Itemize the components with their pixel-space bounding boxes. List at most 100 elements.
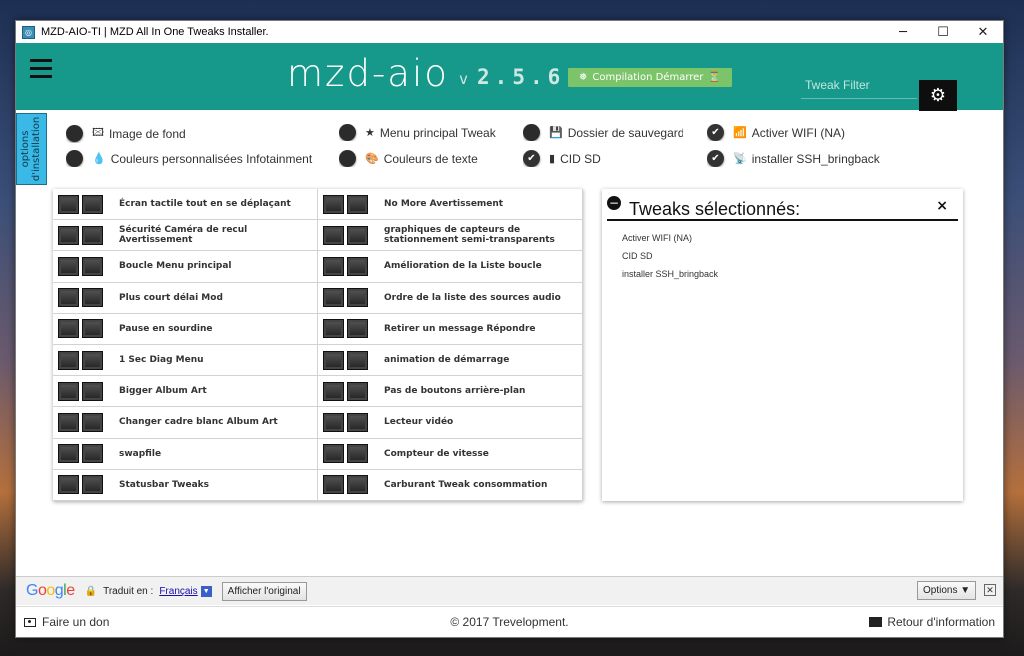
option-toggle[interactable]: 🖾 Image de fond <box>66 124 296 143</box>
tweak-uninstall-toggle[interactable] <box>82 350 103 370</box>
tweak-uninstall-toggle[interactable] <box>82 319 103 339</box>
tweak-install-toggle[interactable] <box>58 381 79 401</box>
tweak-filter-input[interactable] <box>801 71 917 99</box>
tweak-row[interactable]: Écran tactile tout en se déplaçant <box>53 189 318 221</box>
tweak-row[interactable]: Compteur de vitesse <box>318 438 583 470</box>
tweak-row[interactable]: Bigger Album Art <box>53 376 318 408</box>
tweak-uninstall-toggle[interactable] <box>82 381 103 401</box>
tweak-install-toggle[interactable] <box>58 350 79 370</box>
tweak-row[interactable]: Amélioration de la Liste boucle <box>318 251 583 283</box>
tweak-install-toggle[interactable] <box>58 194 79 214</box>
tweak-install-toggle[interactable] <box>323 194 344 214</box>
tweak-row[interactable]: No More Avertissement <box>318 189 583 221</box>
radio-icon[interactable] <box>66 125 83 142</box>
tweak-uninstall-toggle[interactable] <box>82 475 103 495</box>
menu-icon[interactable] <box>30 59 52 83</box>
tweak-install-toggle[interactable] <box>58 225 79 245</box>
language-dropdown-icon[interactable]: ▼ <box>200 585 212 597</box>
option-toggle[interactable]: ✔ ▮ CID SD <box>523 150 683 167</box>
maximize-button[interactable]: ☐ <box>923 21 963 43</box>
tweak-install-toggle[interactable] <box>323 475 344 495</box>
tweak-install-toggle[interactable] <box>58 256 79 276</box>
tweak-row[interactable]: Carburant Tweak consommation <box>318 469 583 501</box>
tweak-uninstall-toggle[interactable] <box>347 194 368 214</box>
tweak-uninstall-toggle[interactable] <box>82 194 103 214</box>
tweak-install-toggle[interactable] <box>58 288 79 308</box>
tweak-uninstall-toggle[interactable] <box>82 256 103 276</box>
tweak-uninstall-toggle[interactable] <box>347 350 368 370</box>
option-toggle[interactable]: 💾 Dossier de sauvegarde <box>523 124 683 141</box>
donate-link[interactable]: Faire un don <box>24 615 109 629</box>
option-toggle[interactable]: 💧 Couleurs personnalisées Infotainment <box>66 150 316 167</box>
translate-options-button[interactable]: Options ▼ <box>917 581 977 600</box>
tweak-row[interactable]: Sécurité Caméra de recul Avertissement <box>53 220 318 252</box>
settings-button[interactable]: ⚙ <box>919 80 957 111</box>
tweak-row[interactable]: Statusbar Tweaks <box>53 469 318 501</box>
tweak-uninstall-toggle[interactable] <box>347 412 368 432</box>
broadcast-icon: 📡 <box>733 153 747 165</box>
tweak-install-toggle[interactable] <box>58 444 79 464</box>
feedback-link[interactable]: Retour d'information <box>869 615 995 629</box>
close-icon[interactable]: × <box>936 198 948 214</box>
radio-icon[interactable] <box>66 150 83 167</box>
tweak-install-toggle[interactable] <box>323 225 344 245</box>
tweak-uninstall-toggle[interactable] <box>82 225 103 245</box>
tweak-uninstall-toggle[interactable] <box>347 444 368 464</box>
radio-icon[interactable] <box>339 150 356 167</box>
snowflake-icon: ❅ <box>579 72 588 83</box>
minus-circle-icon[interactable]: − <box>607 196 621 210</box>
option-toggle[interactable]: 🎨 Couleurs de texte <box>339 150 499 167</box>
tweak-row[interactable]: Boucle Menu principal <box>53 251 318 283</box>
tweak-install-toggle[interactable] <box>323 256 344 276</box>
tweak-row[interactable]: Pause en sourdine <box>53 313 318 345</box>
option-label: installer SSH_bringback <box>751 151 880 166</box>
tweak-uninstall-toggle[interactable] <box>82 412 103 432</box>
tweak-uninstall-toggle[interactable] <box>82 444 103 464</box>
check-circle-icon[interactable]: ✔ <box>707 124 724 141</box>
tweak-row[interactable]: swapfile <box>53 438 318 470</box>
tweak-uninstall-toggle[interactable] <box>347 225 368 245</box>
tweak-row[interactable]: Plus court délai Mod <box>53 282 318 314</box>
tweak-row[interactable]: Retirer un message Répondre <box>318 313 583 345</box>
translate-close-button[interactable]: ✕ <box>984 584 996 596</box>
option-toggle[interactable]: ✔ 📶 Activer WIFI (NA) <box>707 124 907 141</box>
option-toggle[interactable]: ★ Menu principal Tweak <box>339 124 499 141</box>
tweak-install-toggle[interactable] <box>323 319 344 339</box>
check-circle-icon[interactable]: ✔ <box>523 150 540 167</box>
footer: Faire un don © 2017 Trevelopment. Retour… <box>16 606 1003 637</box>
tweak-row[interactable]: Pas de boutons arrière-plan <box>318 376 583 408</box>
tweak-uninstall-toggle[interactable] <box>347 475 368 495</box>
tweak-install-toggle[interactable] <box>58 319 79 339</box>
tweak-install-toggle[interactable] <box>323 288 344 308</box>
selected-tweaks-panel: − Tweaks sélectionnés: × Activer WIFI (N… <box>602 189 963 501</box>
option-toggle[interactable]: ✔ 📡 installer SSH_bringback <box>707 150 907 167</box>
tweak-row[interactable]: animation de démarrage <box>318 345 583 377</box>
tweak-row[interactable]: graphiques de capteurs de stationnement … <box>318 220 583 252</box>
minimize-button[interactable]: ─ <box>883 21 923 43</box>
tweak-uninstall-toggle[interactable] <box>347 381 368 401</box>
radio-icon[interactable] <box>523 124 540 141</box>
tweak-uninstall-toggle[interactable] <box>82 288 103 308</box>
tweak-row[interactable]: Changer cadre blanc Album Art <box>53 407 318 439</box>
tweak-label: Changer cadre blanc Album Art <box>119 417 278 428</box>
language-link[interactable]: Français <box>159 586 197 597</box>
tweak-install-toggle[interactable] <box>58 412 79 432</box>
tweak-install-toggle[interactable] <box>58 475 79 495</box>
tweak-row[interactable]: Lecteur vidéo <box>318 407 583 439</box>
tweak-install-toggle[interactable] <box>323 381 344 401</box>
install-options-tab[interactable]: options d'installation <box>16 113 47 185</box>
compile-button[interactable]: ❅ Compilation Démarrer ⏳ <box>568 68 732 87</box>
tweak-uninstall-toggle[interactable] <box>347 256 368 276</box>
tweak-install-toggle[interactable] <box>323 444 344 464</box>
check-circle-icon[interactable]: ✔ <box>707 150 724 167</box>
option-label: Couleurs de texte <box>383 151 478 166</box>
tweak-install-toggle[interactable] <box>323 350 344 370</box>
tweak-uninstall-toggle[interactable] <box>347 319 368 339</box>
tweak-install-toggle[interactable] <box>323 412 344 432</box>
tweak-uninstall-toggle[interactable] <box>347 288 368 308</box>
tweak-row[interactable]: 1 Sec Diag Menu <box>53 345 318 377</box>
close-button[interactable]: ✕ <box>963 21 1003 43</box>
tweak-row[interactable]: Ordre de la liste des sources audio <box>318 282 583 314</box>
radio-icon[interactable] <box>339 124 356 141</box>
show-original-button[interactable]: Afficher l'original <box>221 581 307 601</box>
